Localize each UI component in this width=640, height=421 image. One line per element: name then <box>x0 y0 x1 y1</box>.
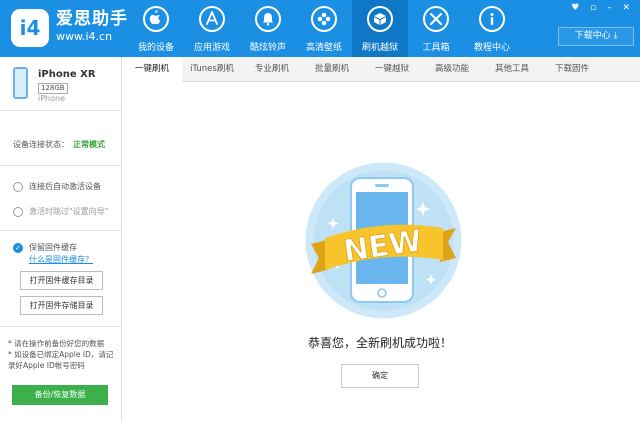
nav-flash-jailbreak[interactable]: 刷机越狱 <box>352 0 408 57</box>
backup-restore-button[interactable]: 备份/恢复数据 <box>12 385 108 405</box>
open-firmware-storage-button[interactable]: 打开固件存储目录 <box>20 296 103 315</box>
check-icon[interactable]: ✓ <box>13 243 23 253</box>
device-capacity: 128GB <box>38 83 68 94</box>
phone-icon <box>13 67 28 99</box>
nav-label: 教程中心 <box>473 43 510 53</box>
nav-label: 我的设备 <box>137 43 174 53</box>
window-controls[interactable]: ♥ ▫ – ✕ <box>571 3 634 13</box>
keep-firmware-option[interactable]: ✓ 保留固件缓存 什么是固件缓存？ <box>13 242 93 265</box>
nav-wallpapers[interactable]: 高清壁纸 <box>296 0 352 57</box>
tab-itunes-flash[interactable]: iTunes刷机 <box>182 57 242 82</box>
tab-batch-flash[interactable]: 批量刷机 <box>302 57 362 82</box>
info-icon <box>479 6 505 32</box>
confirm-button[interactable]: 确定 <box>341 364 419 388</box>
success-message: 恭喜您，全新刷机成功啦！ <box>307 336 452 350</box>
bell-icon <box>255 6 281 32</box>
connection-status: 设备连接状态： 正常模式 <box>13 139 105 150</box>
radio-circle[interactable] <box>13 206 23 217</box>
open-firmware-cache-button[interactable]: 打开固件缓存目录 <box>20 271 103 290</box>
download-icon: ⤓ <box>613 31 618 41</box>
apple-icon <box>143 6 169 32</box>
nav-toolbox[interactable]: 工具箱 <box>408 0 464 57</box>
radio-circle[interactable] <box>13 181 23 192</box>
download-center-button[interactable]: 下载中心 ⤓ <box>558 27 634 46</box>
divider <box>0 326 122 327</box>
main-nav: 我的设备 应用游戏 酷炫铃声 高清壁纸 刷机越狱 工具箱 教程中心 <box>128 0 520 57</box>
tab-other-tools[interactable]: 其他工具 <box>482 57 542 82</box>
auto-activate-option[interactable]: 连接后自动激活设备 <box>13 181 101 192</box>
nav-label: 刷机越狱 <box>361 43 398 53</box>
nav-tutorials[interactable]: 教程中心 <box>464 0 520 57</box>
auto-activate-label: 连接后自动激活设备 <box>29 182 101 191</box>
keep-firmware-label: 保留固件缓存 <box>29 243 77 252</box>
function-tabs: 一键刷机 iTunes刷机 专业刷机 批量刷机 一键越狱 高级功能 其他工具 下… <box>122 57 640 83</box>
flower-icon <box>311 6 337 32</box>
tab-one-click-flash[interactable]: 一键刷机 <box>122 57 182 83</box>
nav-label: 高清壁纸 <box>305 43 342 53</box>
app-store-icon <box>199 6 225 32</box>
download-center-label: 下载中心 <box>574 31 611 41</box>
what-is-firmware-link[interactable]: 什么是固件缓存？ <box>29 254 93 265</box>
nav-label: 酷炫铃声 <box>249 43 286 53</box>
brand-url: www.i4.cn <box>56 30 113 43</box>
tab-pro-flash[interactable]: 专业刷机 <box>242 57 302 82</box>
note-apple-id: * 如设备已绑定Apple ID，请记录好Apple ID帐号密码 <box>8 350 114 370</box>
app-header: i4 爱思助手 www.i4.cn 我的设备 应用游戏 酷炫铃声 高清壁纸 刷机… <box>0 0 640 57</box>
connection-label: 设备连接状态： <box>13 140 69 149</box>
nav-label: 应用游戏 <box>193 43 230 53</box>
tab-advanced[interactable]: 高级功能 <box>422 57 482 82</box>
nav-ringtones[interactable]: 酷炫铃声 <box>240 0 296 57</box>
connection-mode: 正常模式 <box>73 140 105 149</box>
note-backup: * 请在操作前备份好您的数据 <box>8 339 105 348</box>
divider <box>0 230 122 231</box>
brand: 爱思助手 www.i4.cn <box>56 9 128 44</box>
box-icon <box>367 6 393 32</box>
tab-download-firmware[interactable]: 下载固件 <box>542 57 602 82</box>
success-badge: NEW <box>305 162 462 319</box>
device-type: iPhone <box>38 94 66 103</box>
tab-one-click-jailbreak[interactable]: 一键越狱 <box>362 57 422 82</box>
warning-notes: * 请在操作前备份好您的数据 * 如设备已绑定Apple ID，请记录好Appl… <box>8 338 118 371</box>
nav-label: 工具箱 <box>422 43 450 53</box>
skip-setup-option[interactable]: 激活时跳过"设置向导" <box>13 206 108 217</box>
i4-logo: i4 <box>11 9 49 47</box>
device-card[interactable]: iPhone XR 128GB iPhone <box>0 57 121 111</box>
brand-name: 爱思助手 <box>56 9 128 29</box>
device-name: iPhone XR <box>38 69 96 80</box>
divider <box>0 165 122 166</box>
nav-apps-games[interactable]: 应用游戏 <box>184 0 240 57</box>
tools-icon <box>423 6 449 32</box>
skip-setup-label: 激活时跳过"设置向导" <box>29 207 109 216</box>
nav-my-device[interactable]: 我的设备 <box>128 0 184 57</box>
